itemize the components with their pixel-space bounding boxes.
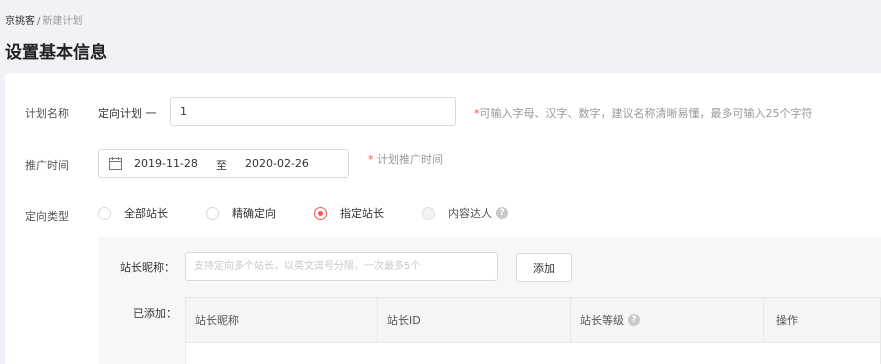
promo-time-label: 推广时间: [25, 159, 69, 172]
date-separator: 至: [216, 159, 227, 172]
form-card: 计划名称 定向计划 一 *可输入字母、汉字、数字，建议名称清晰易懂，最多可输入2…: [5, 73, 881, 364]
nickname-label: 站长昵称：: [120, 261, 175, 274]
radio-label: 内容达人: [448, 207, 492, 220]
radio-specified-webmasters[interactable]: 指定站长: [314, 205, 384, 221]
radio-circle-checked[interactable]: [314, 206, 327, 220]
table-header: 站长昵称 站长ID 站长等级? 操作: [186, 298, 880, 343]
radio-label[interactable]: 全部站长: [124, 205, 168, 221]
plan-name-prefix: 定向计划 一: [98, 107, 157, 120]
radio-label[interactable]: 精确定向: [232, 205, 276, 221]
radio-label[interactable]: 指定站长: [340, 205, 384, 221]
info-icon[interactable]: ?: [628, 314, 640, 326]
plan-name-hint: *可输入字母、汉字、数字，建议名称清晰易懂，最多可输入25个字符: [474, 105, 813, 121]
breadcrumb-current: 新建计划: [42, 16, 83, 27]
column-header-level: 站长等级?: [571, 298, 764, 343]
column-header-actions: 操作: [776, 314, 798, 327]
breadcrumb-separator: /: [37, 16, 41, 27]
breadcrumb: 京挑客 / 新建计划: [5, 12, 82, 27]
end-date[interactable]: 2020-02-26: [245, 157, 309, 170]
plan-name-label: 计划名称: [25, 107, 69, 120]
nickname-input[interactable]: [185, 252, 498, 281]
target-type-label: 定向类型: [25, 210, 69, 223]
plan-name-input[interactable]: [170, 97, 456, 126]
radio-content-creators: 内容达人 ?: [422, 205, 508, 221]
radio-all-webmasters[interactable]: 全部站长: [98, 205, 168, 221]
radio-circle[interactable]: [206, 206, 219, 220]
add-button[interactable]: 添加: [516, 253, 572, 282]
added-webmasters-table: 站长昵称 站长ID 站长等级? 操作: [185, 297, 881, 364]
added-label: 已添加：: [133, 307, 177, 320]
promo-time-hint-text: 计划推广时间: [373, 153, 443, 166]
calendar-icon: [109, 157, 122, 170]
promo-time-hint: * 计划推广时间: [368, 151, 443, 167]
page-title: 设置基本信息: [5, 43, 107, 63]
radio-precise-targeting[interactable]: 精确定向: [206, 205, 276, 221]
column-header-nickname: 站长昵称: [186, 298, 378, 343]
radio-circle[interactable]: [98, 206, 111, 220]
plan-name-hint-text: 可输入字母、汉字、数字，建议名称清晰易懂，最多可输入25个字符: [479, 107, 813, 120]
specified-webmaster-panel: 站长昵称： 添加 已添加： 站长昵称 站长ID 站长等级? 操作: [98, 237, 881, 364]
start-date[interactable]: 2019-11-28: [134, 157, 198, 170]
column-header-level-text: 站长等级: [580, 314, 624, 327]
info-icon[interactable]: ?: [496, 207, 508, 219]
date-range-picker[interactable]: 2019-11-28 至 2020-02-26: [98, 149, 349, 178]
radio-circle-disabled: [422, 206, 435, 220]
breadcrumb-root[interactable]: 京挑客: [5, 16, 35, 27]
column-header-id: 站长ID: [378, 298, 571, 343]
